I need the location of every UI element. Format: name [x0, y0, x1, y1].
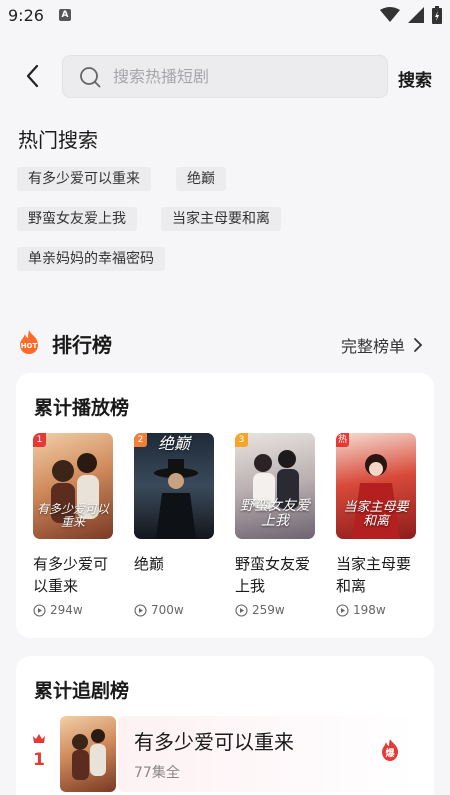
hot-search-tag[interactable]: 当家主母要和离 [161, 207, 281, 231]
poster-title: 野蛮女友爱上我 [240, 498, 310, 529]
play-count: 259w [235, 603, 315, 617]
drama-poster: 3 野蛮女友爱上我 [235, 433, 315, 539]
search-icon [80, 67, 101, 88]
hot-search-title: 热门搜索 [18, 128, 98, 152]
drama-name: 有多少爱可以重来 [33, 555, 109, 595]
play-circle-icon [336, 603, 349, 617]
drama-item[interactable]: 3 野蛮女友爱上我 野蛮女友爱上我 259w [235, 433, 315, 617]
wifi-icon [380, 7, 400, 22]
play-count-value: 198w [353, 603, 386, 617]
chevron-left-icon [26, 64, 39, 88]
back-button[interactable] [20, 62, 46, 90]
play-count-value: 259w [252, 603, 285, 617]
notification-app-icon: A [59, 9, 71, 21]
drama-name: 野蛮女友爱上我 [235, 555, 311, 595]
follow-drama-name: 有多少爱可以重来 [134, 730, 294, 754]
hot-tag-icon: 爆 [382, 739, 398, 761]
chevron-right-icon [414, 338, 423, 352]
ranking-title: 排行榜 [52, 333, 112, 357]
status-bar: 9:26 A [0, 0, 450, 32]
play-count-value: 700w [151, 603, 184, 617]
poster-title: 绝巅 [157, 434, 190, 453]
drama-name: 当家主母要和离 [336, 555, 412, 595]
follow-list-item[interactable]: 1 有多少爱可以重来 77集全 爆 [16, 716, 434, 792]
cumulative-play-card: 累计播放榜 1 有多少爱可以重来 有多少爱可以重来 294w 2 绝巅 绝巅 7… [16, 373, 434, 638]
hot-tag-label: 爆 [385, 747, 395, 759]
follow-rank: 1 [33, 750, 45, 770]
play-count: 700w [134, 603, 214, 617]
search-input[interactable] [113, 56, 373, 97]
follow-episodes: 77集全 [134, 765, 180, 781]
drama-item[interactable]: 2 绝巅 绝巅 700w [134, 433, 214, 617]
poster-title: 当家主母要和离 [343, 500, 409, 529]
crown-icon [33, 734, 45, 743]
cumulative-follow-card: 累计追剧榜 1 有多少爱可以重来 77集全 爆 [16, 656, 434, 795]
follow-poster [60, 716, 116, 792]
hot-search-tag[interactable]: 单亲妈妈的幸福密码 [17, 247, 165, 271]
hot-search-tag[interactable]: 有多少爱可以重来 [17, 167, 151, 191]
hot-search-tag[interactable]: 绝巅 [176, 167, 226, 191]
battery-icon [432, 6, 442, 24]
status-icons [380, 6, 442, 24]
drama-poster: 热 当家主母要和离 [336, 433, 416, 539]
search-button[interactable]: 搜索 [398, 66, 432, 91]
play-count-value: 294w [50, 603, 83, 617]
cumulative-play-title: 累计播放榜 [34, 397, 130, 419]
hot-search-tag[interactable]: 野蛮女友爱上我 [17, 207, 137, 231]
poster-title: 有多少爱可以重来 [37, 502, 110, 529]
cumulative-follow-title: 累计追剧榜 [34, 680, 130, 702]
drama-poster: 2 绝巅 [134, 433, 214, 539]
full-list-link[interactable]: 完整榜单 [341, 333, 423, 357]
rank-badge: 1 [33, 433, 46, 447]
drama-poster: 1 有多少爱可以重来 [33, 433, 113, 539]
status-time: 9:26 [8, 6, 44, 25]
full-list-label: 完整榜单 [341, 337, 406, 356]
hot-flame-icon: HOT [20, 330, 38, 354]
play-circle-icon [33, 603, 46, 617]
rank-badge: 3 [235, 433, 248, 447]
rank-badge: 热 [336, 433, 349, 447]
signal-icon [408, 7, 424, 23]
play-count: 294w [33, 603, 113, 617]
hot-icon-label: HOT [21, 342, 38, 350]
play-count: 198w [336, 603, 416, 617]
play-circle-icon [134, 603, 147, 617]
play-circle-icon [235, 603, 248, 617]
drama-name: 绝巅 [134, 555, 165, 573]
drama-item[interactable]: 1 有多少爱可以重来 有多少爱可以重来 294w [33, 433, 113, 617]
poster-art [72, 729, 106, 780]
search-bar[interactable] [62, 55, 388, 98]
drama-item[interactable]: 热 当家主母要和离 当家主母要和离 198w [336, 433, 416, 617]
